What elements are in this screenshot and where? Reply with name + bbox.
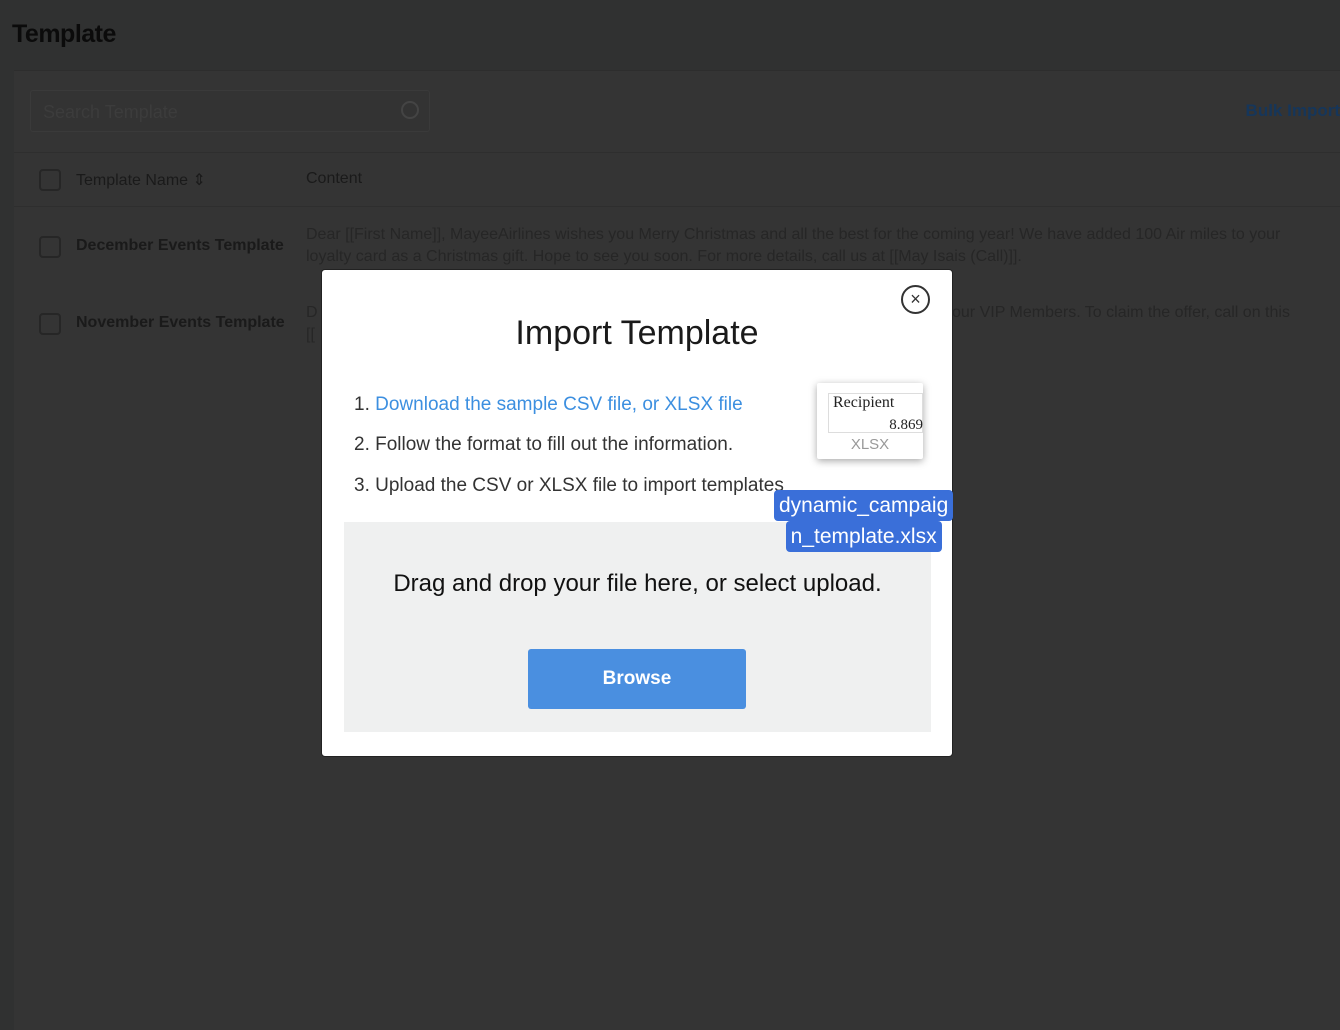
drop-zone[interactable]: Drag and drop your file here, or select … [344,522,931,732]
template-content-tail: our VIP Members. To claim the offer, cal… [952,304,1290,321]
search-input[interactable]: Search Template [30,90,430,132]
step-3: 3. Upload the CSV or XLSX file to import… [354,475,784,496]
page-title: Template [12,20,116,48]
dragged-file-icon[interactable]: Recipient 8.869 XLSX [817,383,923,459]
bulk-import-link[interactable]: Bulk Import [1246,101,1340,121]
template-content: D[[ [306,304,318,343]
select-all-checkbox[interactable] [39,169,61,191]
template-name[interactable]: December Events Template [76,237,284,255]
row-checkbox[interactable] [39,313,61,335]
step-2: 2. Follow the format to fill out the inf… [354,434,734,455]
close-icon[interactable]: × [901,285,930,314]
step-1: 1. Download the sample CSV file, or XLSX… [354,394,743,415]
sort-icon: ⇕ [192,172,206,189]
template-name[interactable]: November Events Template [76,314,285,332]
download-sample-link[interactable]: Download the sample CSV file, or XLSX fi… [375,394,743,415]
dragged-file-name: dynamic_campaig n_template.xlsx [774,490,954,552]
header-content: Content [306,170,363,187]
row-checkbox[interactable] [39,236,61,258]
modal-title: Import Template [515,314,759,352]
drop-text: Drag and drop your file here, or select … [393,570,882,597]
divider [14,152,1340,153]
search-placeholder: Search Template [43,102,178,122]
template-content: Dear [[First Name]], MayeeAirlines wishe… [306,226,1281,265]
browse-button[interactable]: Browse [528,649,746,709]
search-icon[interactable] [401,101,419,119]
header-template-name[interactable]: Template Name ⇕ [76,170,206,190]
divider [14,206,1340,207]
